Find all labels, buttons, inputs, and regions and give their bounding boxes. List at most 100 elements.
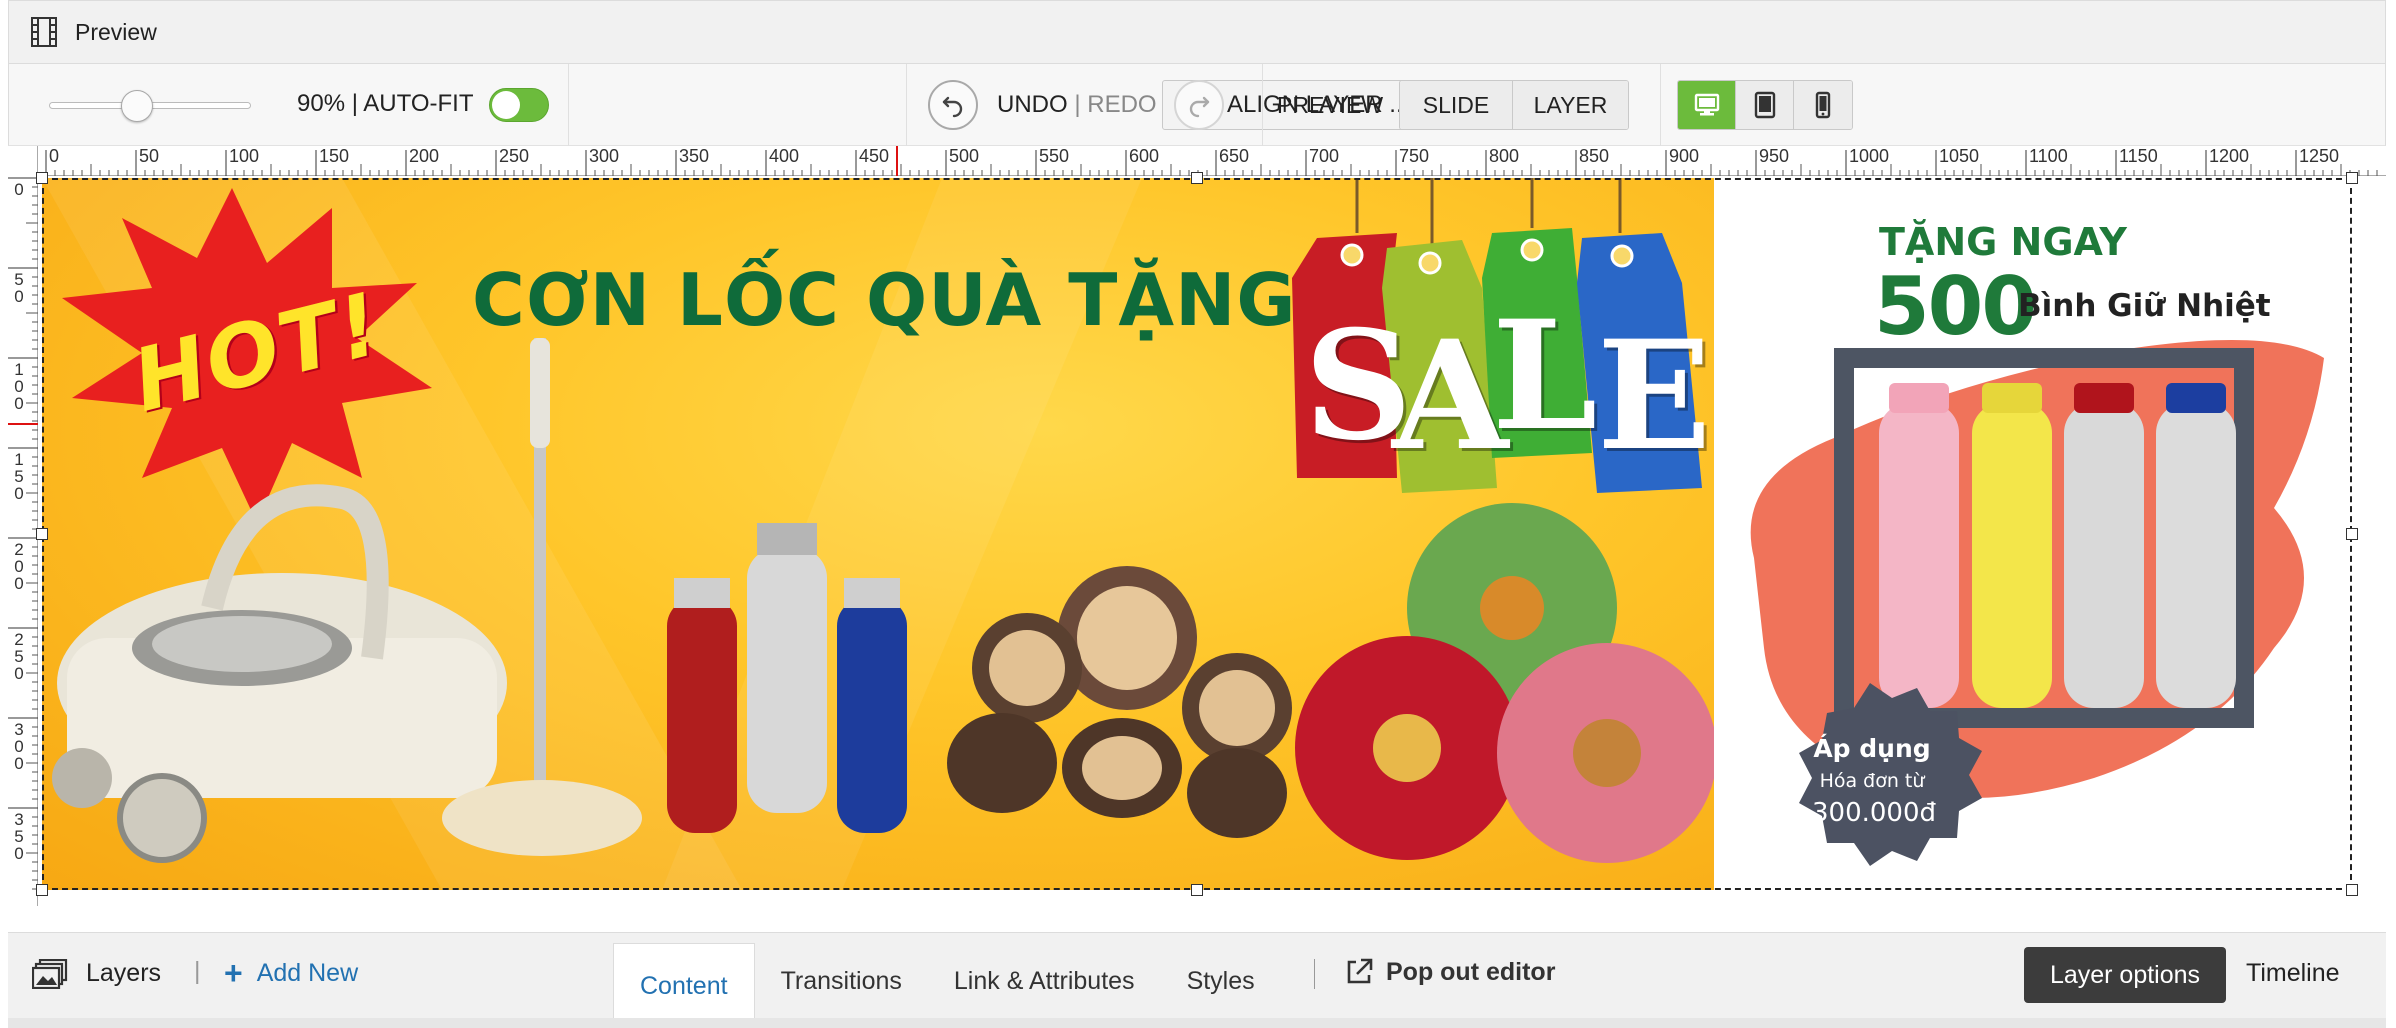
ruler-label: 100 xyxy=(14,360,24,413)
resize-handle-tc[interactable] xyxy=(1191,172,1203,184)
ruler-label: 350 xyxy=(14,810,24,863)
zoom-slider-thumb[interactable] xyxy=(121,90,153,122)
promo-panel[interactable]: TẶNG NGAY 500 Bình Giữ Nhiệt Áp dụng Hóa… xyxy=(1714,178,2348,890)
preview-mode-group: SLIDE LAYER xyxy=(1399,80,1629,130)
external-link-icon xyxy=(1347,958,1373,984)
silver-thermos xyxy=(747,548,827,813)
ruler-label: 600 xyxy=(1129,146,1160,166)
ruler-label: 250 xyxy=(499,146,530,166)
resize-handle-ml[interactable] xyxy=(36,528,48,540)
ruler-label: 0 xyxy=(14,180,24,199)
ruler-label: 750 xyxy=(1399,146,1430,166)
ruler-label: 400 xyxy=(769,146,800,166)
ruler-ticks-vertical xyxy=(8,177,38,890)
panel-content-strip xyxy=(8,1018,2386,1028)
sale-letter-a: A xyxy=(1392,308,1509,484)
ruler-label: 450 xyxy=(859,146,890,166)
ruler-label: 1150 xyxy=(2119,146,2158,166)
ruler-label: 150 xyxy=(319,146,350,166)
sale-letter-l: L xyxy=(1492,288,1598,464)
ruler-label: 300 xyxy=(14,720,24,773)
badge-line-1: Áp dụng xyxy=(1813,734,1931,763)
ruler-label: 50 xyxy=(139,146,160,166)
tablet-icon xyxy=(1754,91,1775,119)
desktop-icon xyxy=(1694,93,1719,116)
toolbar-separator: | xyxy=(194,957,201,985)
ruler-label: 200 xyxy=(14,540,24,593)
layers-button[interactable]: Layers xyxy=(86,959,161,988)
preview-slide-button[interactable]: SLIDE xyxy=(1400,81,1513,129)
promo-item: Bình Giữ Nhiệt xyxy=(2018,288,2271,324)
ruler-label: 950 xyxy=(1759,146,1790,166)
pink-thermos xyxy=(1879,403,1959,708)
resize-handle-bc[interactable] xyxy=(1191,884,1203,896)
ruler-label: 650 xyxy=(1219,146,1250,166)
undo-label[interactable]: UNDO xyxy=(997,91,1068,118)
editor-toolbar: 90% | AUTO-FIT ALIGN LAYER ... UNDO | RE… xyxy=(8,64,2386,146)
ruler-label: 500 xyxy=(949,146,980,166)
align-section: ALIGN LAYER ... xyxy=(569,64,1434,146)
resize-handle-br[interactable] xyxy=(2346,884,2358,896)
tab-styles[interactable]: Styles xyxy=(1161,943,1281,1019)
ruler-label: 50 xyxy=(14,270,24,306)
preview-section: PREVIEW SLIDE LAYER xyxy=(1263,64,1661,146)
ruler-label: 100 xyxy=(229,146,260,166)
banner-headline: CƠN LỐC QUÀ TẶNG xyxy=(472,258,1297,342)
blue-floral-thermos xyxy=(2156,403,2236,708)
ruler-label: 1050 xyxy=(1939,146,1980,166)
plus-icon: + xyxy=(224,955,243,991)
pop-out-editor-button[interactable]: Pop out editor xyxy=(1344,957,1555,987)
ruler-label: 300 xyxy=(589,146,620,166)
add-new-layer-button[interactable]: + Add New xyxy=(224,955,358,991)
ruler-label: 900 xyxy=(1669,146,1700,166)
resize-handle-tl[interactable] xyxy=(36,172,48,184)
layers-icon xyxy=(32,959,68,989)
preview-layer-button[interactable]: LAYER xyxy=(1513,81,1628,129)
redo-label[interactable]: REDO xyxy=(1087,91,1156,118)
resize-handle-bl[interactable] xyxy=(36,884,48,896)
film-icon xyxy=(31,17,57,47)
ruler-label: 1000 xyxy=(1849,146,1890,166)
ruler-label: 800 xyxy=(1489,146,1520,166)
ruler-label: 350 xyxy=(679,146,710,166)
preview-label: PREVIEW xyxy=(1277,92,1384,118)
zoom-label: 90% | AUTO-FIT xyxy=(297,90,474,117)
resize-handle-mr[interactable] xyxy=(2346,528,2358,540)
preview-titlebar: Preview xyxy=(8,0,2386,64)
window-title: Preview xyxy=(75,18,157,45)
badge-line-3: 300.000đ xyxy=(1812,798,1937,828)
slide-background-banner[interactable]: HOT! CƠN LỐC QUÀ TẶNG S A L E xyxy=(42,178,1714,890)
tab-divider xyxy=(1314,959,1315,989)
promo-number: 500 xyxy=(1874,260,2037,353)
mobile-view-button[interactable] xyxy=(1794,81,1852,129)
tab-content[interactable]: Content xyxy=(613,943,755,1028)
undo-redo-text: UNDO | REDO xyxy=(997,91,1157,119)
timeline-button[interactable]: Timeline xyxy=(2246,959,2340,988)
undo-icon xyxy=(942,96,963,118)
undo-button[interactable] xyxy=(928,80,978,130)
badge-line-2: Hóa đơn từ xyxy=(1819,770,1925,792)
ruler-label: 0 xyxy=(49,146,60,166)
slide-stage: HOT! CƠN LỐC QUÀ TẶNG S A L E TẶNG NGAY xyxy=(36,172,2386,906)
resize-handle-tr[interactable] xyxy=(2346,172,2358,184)
device-switcher xyxy=(1677,80,1853,130)
toggle-knob xyxy=(492,91,520,119)
ruler-label: 550 xyxy=(1039,146,1070,166)
tablet-view-button[interactable] xyxy=(1736,81,1794,129)
ruler-label: 150 xyxy=(14,450,24,503)
vertical-ruler: 0 50 100 150 200 250 300 350 xyxy=(8,146,38,906)
autofit-toggle[interactable] xyxy=(489,88,549,122)
mobile-icon xyxy=(1815,91,1831,119)
redo-button[interactable] xyxy=(1174,80,1224,130)
layer-options-button[interactable]: Layer options xyxy=(2024,947,2226,1003)
desktop-view-button[interactable] xyxy=(1678,81,1736,129)
blue-thermos xyxy=(837,598,907,833)
tab-transitions[interactable]: Transitions xyxy=(755,943,928,1019)
redo-icon xyxy=(1189,96,1210,118)
pop-out-editor-label: Pop out editor xyxy=(1386,957,1556,986)
undo-redo-separator: | xyxy=(1074,91,1081,118)
ruler-label: 850 xyxy=(1579,146,1610,166)
tab-link-attributes[interactable]: Link & Attributes xyxy=(928,943,1161,1019)
zoom-section: 90% | AUTO-FIT xyxy=(9,64,569,146)
sale-letter-e: E xyxy=(1597,308,1712,484)
